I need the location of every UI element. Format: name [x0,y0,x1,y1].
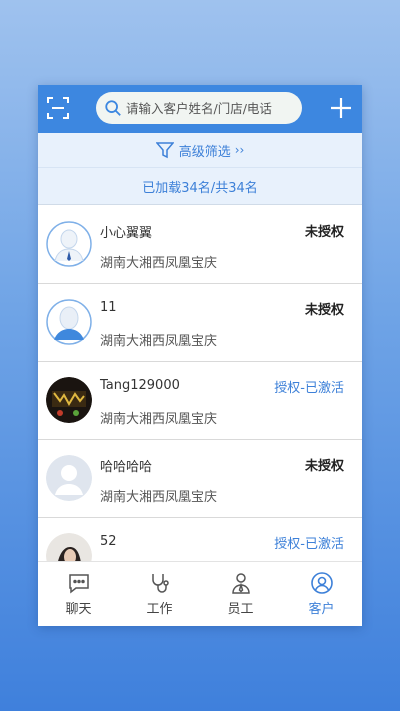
status-badge: 未授权 [304,459,344,474]
chat-icon [68,574,89,594]
search-icon [105,100,121,116]
list-item[interactable]: 11 湖南大湘西凤凰宝庆 未授权 [38,284,362,362]
photo-avatar [46,377,92,423]
customer-location: 湖南大湘西凤凰宝庆 [100,256,218,271]
customer-location: 湖南大湘西凤凰宝庆 [100,412,218,427]
status-badge: 授权-已激活 [274,537,344,552]
top-bar [38,85,362,133]
photo-avatar [46,533,92,562]
chevron-right-icon: ›› [234,143,245,157]
staff-icon [231,573,250,594]
advanced-filter-button[interactable]: 高级筛选 ›› [38,133,362,168]
tab-label: 员工 [227,602,254,617]
status-badge: 授权-已激活 [274,381,344,396]
app-screen: 高级筛选 ›› 已加载34名/共34名 小心翼翼 湖南大湘西凤凰宝庆 未授权 [38,85,362,626]
customer-location: 湖南大湘西凤凰宝庆 [100,490,218,505]
customer-name: 哈哈哈哈 [100,460,153,475]
list-item[interactable]: Tang129000 湖南大湘西凤凰宝庆 授权-已激活 [38,362,362,440]
status-badge: 未授权 [304,303,344,318]
status-badge: 未授权 [304,225,344,240]
search-bar[interactable] [96,92,302,124]
list-item[interactable]: 小心翼翼 湖南大湘西凤凰宝庆 未授权 [38,206,362,284]
list-item[interactable]: 52 授权-已激活 [38,518,362,562]
tab-label: 工作 [146,602,173,617]
tab-chat[interactable]: 聊天 [38,562,119,626]
customer-name: 11 [100,300,117,315]
loaded-count: 已加载34名/共34名 [38,168,362,205]
default-female-avatar [46,299,92,345]
scan-icon[interactable] [46,96,70,120]
customer-name: Tang129000 [100,378,180,393]
funnel-icon [155,142,174,159]
bottom-tab-bar: 聊天 工作 员工 客户 [38,561,362,626]
tab-label: 聊天 [65,602,92,617]
customer-name: 小心翼翼 [100,226,153,241]
customer-name: 52 [100,534,117,549]
customer-icon [310,572,333,594]
tab-staff[interactable]: 员工 [200,562,281,626]
tab-customer[interactable]: 客户 [281,562,362,626]
customer-list: 小心翼翼 湖南大湘西凤凰宝庆 未授权 11 湖南大湘西凤凰宝庆 未授权 Tang… [38,206,362,562]
default-gray-avatar [46,455,92,501]
add-customer-button[interactable] [330,97,352,119]
tab-label: 客户 [308,602,335,617]
filter-label: 高级筛选 [178,144,231,160]
search-input[interactable] [126,100,301,116]
list-item[interactable]: 哈哈哈哈 湖南大湘西凤凰宝庆 未授权 [38,440,362,518]
default-male-avatar [46,221,92,267]
stethoscope-icon [151,574,169,593]
tab-work[interactable]: 工作 [119,562,200,626]
plus-icon [331,98,351,118]
customer-location: 湖南大湘西凤凰宝庆 [100,334,218,349]
